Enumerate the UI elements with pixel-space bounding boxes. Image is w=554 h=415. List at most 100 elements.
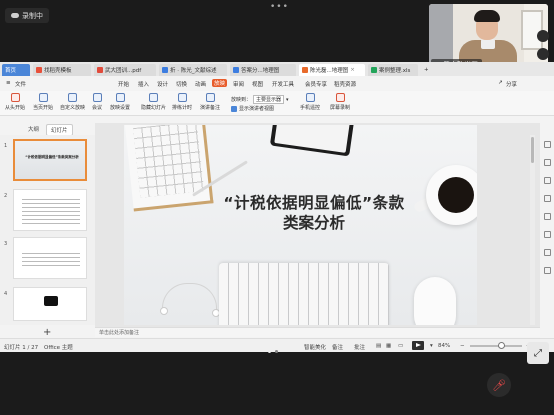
menu-slideshow[interactable]: 放映 — [212, 79, 228, 87]
side-toolbar-button[interactable] — [537, 48, 549, 60]
tab-excel[interactable]: 案例整理.xls — [368, 64, 418, 76]
pdf-icon — [97, 67, 103, 73]
presenter-view-option[interactable]: 显示演讲者视图 — [231, 105, 274, 112]
notes-icon — [205, 93, 215, 102]
meeting-icon — [92, 93, 102, 102]
share-button[interactable]: 分享 — [506, 80, 517, 88]
tab-label: 找稻壳模板 — [44, 68, 72, 74]
speaker-notes-button[interactable]: 演讲备注 — [200, 93, 220, 111]
screen: 录制中 ••• ● 武大陈光磊 首页 找稻壳模板 武大团训...pdf — [0, 0, 554, 415]
property-icon[interactable] — [544, 141, 551, 148]
zoom-slider-knob[interactable] — [498, 342, 505, 349]
custom-show-button[interactable]: 自定义放映 — [60, 93, 85, 111]
side-toolbar-button[interactable] — [537, 30, 549, 42]
button-label: 屏幕录制 — [330, 105, 351, 111]
notes-pane[interactable]: 单击此处添加备注 — [95, 327, 540, 337]
fullscreen-icon[interactable]: ⤢ — [527, 342, 549, 364]
slide-editing-area: “计税依据明显偏低”条款 类案分析 — [95, 123, 540, 337]
transition-icon[interactable] — [544, 195, 551, 202]
normal-view-icon[interactable]: ▤ — [376, 343, 381, 349]
zoom-out-icon[interactable]: − — [460, 343, 465, 349]
wps-presentation-window: 首页 找稻壳模板 武大团训...pdf 折 · 陈光_文献综述 答案分...地理… — [0, 62, 554, 352]
layout-icon[interactable] — [544, 159, 551, 166]
slide-title-box[interactable]: “计税依据明显偏低”条款 类案分析 — [184, 193, 444, 233]
menu-start[interactable]: 开始 — [118, 80, 129, 88]
hide-slide-button[interactable]: 隐藏幻灯片 — [141, 93, 166, 111]
add-slide-button[interactable]: + — [43, 327, 51, 338]
menu-view[interactable]: 视图 — [252, 80, 263, 88]
play-slideshow-button[interactable] — [412, 341, 424, 350]
earbud-photo — [160, 307, 168, 315]
tab-template[interactable]: 找稻壳模板 — [33, 64, 91, 76]
recording-badge[interactable]: 录制中 — [5, 8, 49, 23]
pen-icon[interactable] — [544, 231, 551, 238]
tab-label: 武大团训...pdf — [105, 68, 142, 74]
button-label: 会议 — [92, 105, 103, 111]
animation-icon[interactable] — [544, 177, 551, 184]
menu-icon[interactable]: ≡ — [6, 80, 11, 86]
slide-thumbnail[interactable] — [13, 189, 87, 231]
menu-insert[interactable]: 插入 — [138, 80, 149, 88]
new-tab-button[interactable]: + — [421, 64, 431, 76]
button-label: 演讲备注 — [200, 105, 221, 111]
screen-record-button[interactable]: 屏幕录制 — [330, 93, 350, 111]
mic-off-icon[interactable]: 🎤︎ — [487, 373, 511, 397]
button-label: 排练计时 — [172, 105, 193, 111]
annotate-button[interactable]: 批注 — [354, 343, 365, 351]
menu-design[interactable]: 设计 — [157, 80, 168, 88]
presenter-view-checkbox[interactable] — [231, 105, 237, 112]
meeting-button[interactable]: 会议 — [92, 93, 102, 111]
notes-toggle-button[interactable]: 备注 — [332, 343, 343, 351]
from-current-button[interactable]: 当页开始 — [33, 93, 53, 111]
smart-beautify-button[interactable]: 智能美化 — [304, 343, 326, 351]
word-icon — [162, 67, 168, 73]
phone-remote-button[interactable]: 手机遥控 — [300, 93, 320, 111]
tab-home[interactable]: 首页 — [2, 64, 30, 76]
participant-collar — [481, 39, 495, 49]
menu-file[interactable]: 文件 — [15, 80, 26, 88]
tab-outline[interactable]: 大纲 — [24, 124, 43, 134]
show-settings-button[interactable]: 放映设置 — [110, 93, 130, 111]
play-current-icon — [38, 93, 48, 102]
tab-doc-2[interactable]: 答案分...地理图 — [230, 64, 296, 76]
menu-docer[interactable]: 稻壳资源 — [334, 80, 356, 88]
tab-presentation[interactable]: 陈光磊...地理图 × — [299, 64, 365, 76]
current-slide[interactable]: “计税依据明显偏低”条款 类案分析 — [124, 125, 477, 325]
tab-doc[interactable]: 折 · 陈光_文献综述 — [159, 64, 227, 76]
slide-thumbnail[interactable] — [13, 287, 87, 321]
from-start-button[interactable]: 从头开始 — [5, 93, 25, 111]
menu-animation[interactable]: 动画 — [195, 80, 206, 88]
tab-pdf[interactable]: 武大团训...pdf — [94, 64, 156, 76]
slide-title-line-2: 类案分析 — [282, 214, 345, 232]
scrollbar-thumb[interactable] — [531, 137, 534, 163]
slide-thumbnail[interactable] — [13, 237, 87, 279]
menu-transition[interactable]: 切换 — [176, 80, 187, 88]
slide-thumbnail[interactable]: “计税依据明显偏低”条款类案分析 — [13, 139, 87, 181]
chat-icon[interactable] — [544, 267, 551, 274]
display-to-select[interactable]: 主要显示器 — [253, 95, 285, 104]
vertical-scrollbar[interactable] — [530, 135, 535, 325]
more-options-icon[interactable]: ••• — [270, 2, 289, 12]
menu-dev-tools[interactable]: 开发工具 — [272, 80, 294, 88]
chevron-down-icon[interactable]: ▾ — [286, 97, 289, 103]
reading-view-icon[interactable]: ▭ — [398, 343, 403, 349]
panel-tabs: 大纲 幻灯片 — [0, 123, 95, 136]
button-label: 自定义放映 — [60, 105, 86, 111]
share-icon[interactable]: ↗ — [498, 80, 503, 86]
help-icon[interactable] — [544, 249, 551, 256]
slide-thumbnail-panel: 1 “计税依据明显偏低”条款类案分析 2 3 4 — [0, 135, 95, 325]
tab-label: 案例整理.xls — [379, 68, 411, 74]
menu-member[interactable]: 会员专享 — [305, 80, 327, 88]
zoom-slider[interactable] — [470, 345, 522, 347]
shape-icon[interactable] — [544, 213, 551, 220]
earbuds-cable — [162, 283, 217, 313]
menu-review[interactable]: 审阅 — [233, 80, 244, 88]
document-tab-bar: 首页 找稻壳模板 武大团训...pdf 折 · 陈光_文献综述 答案分...地理… — [0, 62, 554, 76]
sorter-view-icon[interactable]: ▦ — [386, 343, 391, 349]
rehearse-timing-button[interactable]: 排练计时 — [172, 93, 192, 111]
menu-bar: ≡ 文件 开始 插入 设计 切换 动画 放映 审阅 视图 开发工具 会员专享 稻… — [0, 77, 554, 90]
slideshow-dropdown-icon[interactable]: ▾ — [430, 343, 433, 349]
close-icon[interactable]: × — [350, 67, 355, 73]
play-from-start-icon — [10, 93, 20, 102]
thumb-number: 3 — [4, 241, 8, 247]
